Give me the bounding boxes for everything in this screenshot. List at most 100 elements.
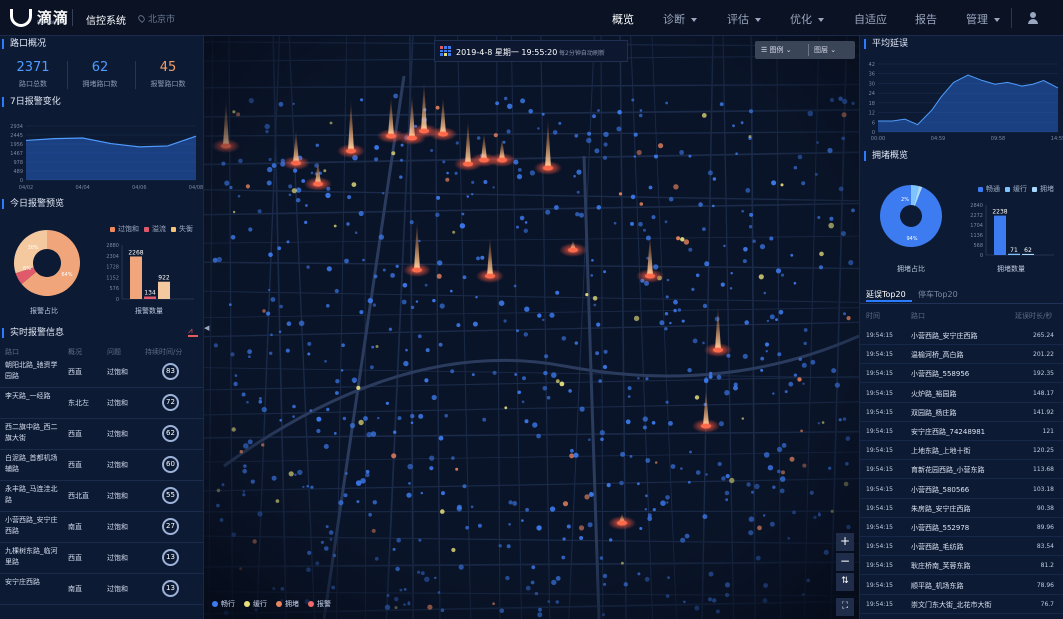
- collapse-left-icon[interactable]: ◀: [204, 324, 209, 332]
- user-icon[interactable]: [1026, 11, 1040, 25]
- bar-value-label: 71: [1010, 247, 1018, 254]
- zoom-in-button[interactable]: +: [836, 533, 854, 551]
- header-divider: [1011, 8, 1012, 28]
- alarm-issue: 过饱和: [107, 523, 128, 531]
- nav-overview[interactable]: 概览: [612, 11, 634, 27]
- map-legend-item[interactable]: 报警: [308, 599, 331, 609]
- delay-row[interactable]: 19:54:15 崇文门东大街_北花市大街 76.7: [860, 595, 1063, 614]
- kpi-congestion-label: 拥堵路口数: [82, 80, 118, 88]
- legend-swatch-icon: [110, 226, 115, 232]
- layer-toggle-button[interactable]: 图层 ⌄: [814, 45, 836, 55]
- alarm-junction: 安宁庄西路: [5, 578, 40, 586]
- alarm-duration-badge: 55: [162, 487, 179, 504]
- compass-icon[interactable]: ⇅: [836, 573, 854, 591]
- nav-diagnosis[interactable]: 诊断: [663, 11, 697, 27]
- zoom-out-button[interactable]: −: [836, 553, 854, 571]
- tab-delay-top20[interactable]: 延误Top20: [866, 289, 906, 300]
- delay-row[interactable]: 19:54:15 小营西路_580566 103.18: [860, 480, 1063, 499]
- delay-time: 19:54:15: [866, 600, 893, 608]
- overview-title: 路口概况: [2, 39, 46, 49]
- nav-optimize[interactable]: 优化: [790, 11, 824, 27]
- nav-evaluation[interactable]: 评估: [727, 11, 761, 27]
- y-tick-label: 2880: [106, 243, 119, 249]
- delay-row[interactable]: 19:54:15 小营西路_558956 192.35: [860, 364, 1063, 384]
- left-panel: 路口概况 2371 路口总数 62 拥堵路口数 45 报警路口数 7日报警变化 …: [0, 36, 204, 619]
- trend-chart-icon[interactable]: ⩘: [188, 327, 198, 337]
- legend-toggle-button[interactable]: ☰ 图例 ⌄: [761, 45, 792, 55]
- fullscreen-icon[interactable]: ⛶: [836, 598, 854, 616]
- delay-value: 121: [1042, 428, 1054, 435]
- delay-value: 265.24: [1033, 332, 1054, 339]
- congestion-bar: [994, 215, 1006, 255]
- delay-row[interactable]: 19:54:15 小营西路_552978 89.96: [860, 518, 1063, 537]
- delay-row[interactable]: 19:54:15 温榆河桥_高白路 201.22: [860, 345, 1063, 365]
- kpi-divider: [135, 61, 136, 89]
- delay-time: 19:54:15: [866, 504, 893, 512]
- delay-value: 83.54: [1036, 543, 1054, 551]
- alarm-row[interactable]: 朝阳北路_驰资学园路 西直 过饱和 83: [0, 356, 204, 388]
- map-legend-item[interactable]: 缓行: [244, 599, 267, 609]
- congestion-count-caption: 拥堵数量: [997, 265, 1025, 273]
- nav-adaptive[interactable]: 自适应: [854, 11, 887, 27]
- alarm-duration-badge: 60: [162, 456, 179, 473]
- alarm-legend-item: 过饱和: [110, 224, 139, 234]
- nav-evaluation-label: 评估: [727, 13, 749, 26]
- delay-row[interactable]: 19:54:15 上地东路_上地十街 120.25: [860, 441, 1063, 461]
- alarm-row[interactable]: 西二旗中路_西二旗大街 西直 过饱和 62: [0, 418, 204, 450]
- city-selector[interactable]: 北京市: [136, 12, 175, 25]
- nav-manage[interactable]: 管理: [966, 11, 1000, 27]
- delay-row[interactable]: 19:54:15 育新花园西路_小营东路 113.68: [860, 460, 1063, 480]
- delay-junction: 育新花园西路_小营东路: [911, 466, 985, 475]
- map-legend-item[interactable]: 畅行: [212, 599, 235, 609]
- alarm-legend-item: 溢流: [144, 224, 166, 234]
- series-area: [26, 136, 196, 180]
- y-tick-label: 0: [20, 178, 23, 184]
- alarm-bar: [144, 296, 156, 299]
- delay-junction: 小营西路_558956: [911, 370, 970, 379]
- traffic-map[interactable]: 2019-4-8 星期一 19:55:20 每2分钟自动刷新 ☰ 图例 ⌄ 图层…: [204, 36, 859, 619]
- delay-row[interactable]: 19:54:15 安宁庄西路_74248981 121: [860, 422, 1063, 441]
- delay-time: 19:54:15: [866, 370, 893, 378]
- y-tick-label: 576: [109, 286, 119, 292]
- delay-row[interactable]: 19:54:15 耿庄桥南_芙蓉东路 81.2: [860, 556, 1063, 576]
- alarm-row[interactable]: 安宁庄西路 南直 过饱和 13: [0, 573, 204, 605]
- delay-row[interactable]: 19:54:15 双园路_杨庄路 141.92: [860, 403, 1063, 422]
- header-divider: [72, 9, 73, 26]
- nav-report[interactable]: 报告: [915, 11, 937, 27]
- tab-parking-top20[interactable]: 停车Top20: [918, 289, 958, 300]
- delay-row[interactable]: 19:54:15 小营西路_安宁庄西路 265.24: [860, 326, 1063, 345]
- delay-row[interactable]: 19:54:15 顺平路_机场东路 78.96: [860, 576, 1063, 595]
- bar-value-label: 62: [1024, 247, 1032, 254]
- x-tick-label: 09:58: [991, 136, 1005, 142]
- delay-time: 19:54:15: [866, 332, 893, 339]
- delay-junction: 温榆河桥_高白路: [911, 351, 964, 360]
- map-canvas[interactable]: [204, 36, 859, 619]
- map-legend-item[interactable]: 拥堵: [276, 599, 299, 609]
- delay-junction: 朱房路_安宁庄西路: [911, 504, 971, 513]
- alarm-junction: 朝阳北路_驰资学园路: [5, 361, 58, 380]
- weekly-alarm-title: 7日报警变化: [2, 97, 61, 107]
- delay-row[interactable]: 19:54:15 小营西路_毛纺路 83.54: [860, 537, 1063, 557]
- y-tick-label: 2840: [970, 203, 983, 209]
- delay-time: 19:54:15: [866, 581, 893, 589]
- alarm-row[interactable]: 九棵树东路_临河里路 西直 过饱和 13: [0, 542, 204, 574]
- alarm-row[interactable]: 李天路_一经路 东北左 过饱和 72: [0, 387, 204, 419]
- pie-label: 6%: [23, 266, 31, 272]
- alarm-row[interactable]: 白泥路_首都机场辅路 西直 过饱和 60: [0, 449, 204, 481]
- pie-label: 2%: [901, 197, 909, 203]
- delay-time: 19:54:15: [866, 543, 893, 551]
- delay-row[interactable]: 19:54:15 朱房路_安宁庄西路 90.38: [860, 499, 1063, 518]
- bar-value-label: 922: [158, 275, 170, 282]
- legend-swatch-icon: [1005, 186, 1010, 192]
- alarm-legend-item: 失衡: [171, 224, 193, 234]
- bar-value-label: 134: [144, 289, 156, 296]
- alarm-duration-badge: 27: [162, 518, 179, 535]
- delay-time: 19:54:15: [866, 485, 893, 493]
- alarm-duration-badge: 72: [162, 394, 179, 411]
- congestion-share-pie: 2% 94%: [880, 185, 942, 247]
- pie-label: 94%: [906, 236, 917, 242]
- delay-row[interactable]: 19:54:15 火炉路_裕园路 148.17: [860, 384, 1063, 403]
- alarm-row[interactable]: 永丰路_马连洼北路 西北直 过饱和 55: [0, 480, 204, 512]
- alarm-row[interactable]: 小营西路_安宁庄西路 南直 过饱和 27: [0, 511, 204, 543]
- legend-swatch-icon: [1032, 186, 1037, 192]
